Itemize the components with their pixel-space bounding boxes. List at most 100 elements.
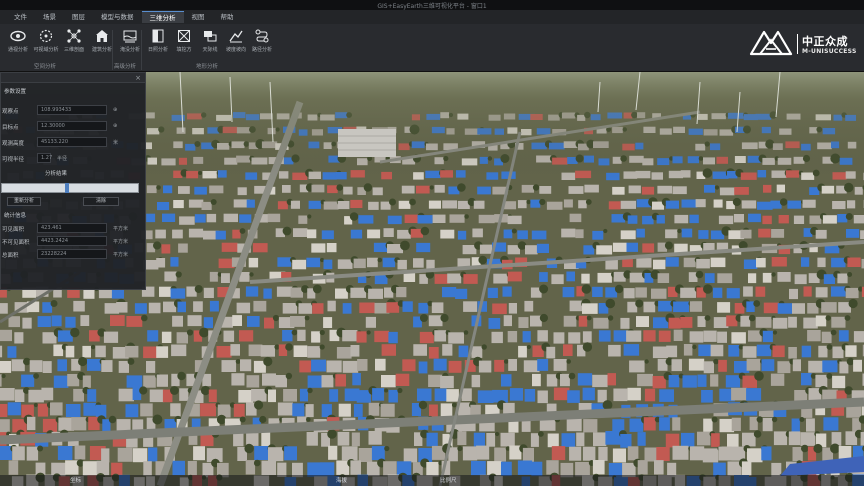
tree [285, 372, 293, 380]
tool-viewshed[interactable]: 可视域分析 [32, 28, 60, 54]
tree [753, 430, 762, 438]
house-roof [156, 374, 168, 387]
house-roof [22, 317, 32, 329]
house-roof [818, 345, 828, 358]
tool-profile-3d[interactable]: 三维剖面 [60, 28, 88, 54]
house-roof [177, 301, 186, 313]
house-roof [568, 332, 581, 344]
tree [244, 443, 254, 454]
pick-icon[interactable]: ⊕ [113, 107, 117, 113]
param-input[interactable]: 108.993433 [37, 105, 107, 115]
menu-view[interactable]: 视图 [184, 11, 213, 23]
param-input[interactable]: 12.30000 [37, 121, 107, 131]
house-roof [837, 214, 848, 223]
house-roof [674, 214, 689, 224]
tool-cut-fill[interactable]: 填挖方 [170, 28, 198, 54]
house-roof [772, 345, 785, 358]
house-roof [298, 303, 313, 314]
house-roof [741, 461, 752, 476]
house-roof [494, 359, 505, 372]
slider-knob[interactable] [65, 183, 69, 193]
house-roof [403, 448, 418, 463]
tool-skyline[interactable]: 天际线 [196, 28, 224, 54]
house-roof [593, 432, 607, 447]
stat-row: 总面积 23228224 平方米 [1, 249, 145, 261]
tool-sight-analysis[interactable]: 通视分析 [4, 28, 32, 54]
house-roof [428, 347, 439, 359]
tree [366, 330, 371, 335]
house-roof [203, 317, 213, 329]
house-roof [215, 230, 226, 240]
house-roof [26, 446, 39, 461]
menu-3d-analysis[interactable]: 三维分析 [141, 11, 184, 23]
tree [141, 314, 148, 322]
menu-help[interactable]: 帮助 [213, 11, 242, 23]
house-roof [388, 389, 398, 403]
param-input[interactable]: 45133.220 [37, 137, 107, 147]
menu-bar: 文件 场景 图层 模型与数据 三维分析 视图 帮助 [0, 10, 864, 24]
menu-model-data[interactable]: 模型与数据 [93, 11, 142, 23]
house-roof [292, 259, 307, 270]
house-roof [792, 359, 801, 372]
house-roof [566, 271, 575, 282]
param-input[interactable]: 1.27 [37, 153, 52, 163]
house-roof [231, 373, 245, 386]
tool-flood[interactable]: 淹没分析 [116, 28, 144, 54]
house-roof [756, 344, 772, 357]
progress-slider[interactable] [1, 183, 139, 193]
house-roof [771, 229, 785, 238]
house-roof [671, 359, 682, 372]
house-roof [673, 329, 683, 341]
house-roof [299, 388, 308, 402]
stat-value: 23228224 [37, 249, 107, 259]
house-roof [746, 358, 761, 371]
house-roof [383, 461, 397, 476]
house-roof [156, 258, 166, 268]
house-roof [282, 330, 293, 342]
house-roof [488, 318, 501, 329]
house-roof [561, 228, 576, 238]
house-roof [665, 433, 680, 448]
house-roof [116, 302, 128, 313]
house-roof [426, 432, 438, 447]
tool-sunlight[interactable]: 日照分析 [144, 28, 172, 54]
house-roof [710, 257, 726, 268]
pick-icon[interactable]: ⊕ [113, 123, 117, 129]
tree [420, 226, 430, 236]
house-roof [503, 315, 512, 327]
close-icon[interactable]: × [135, 74, 141, 82]
menu-layer[interactable]: 图层 [64, 11, 93, 23]
house-roof [246, 199, 255, 208]
house-roof [457, 431, 467, 445]
house-roof [815, 229, 827, 239]
tool-slope[interactable]: 坡度坡向 [222, 28, 250, 54]
house-roof [311, 359, 326, 372]
tree [826, 344, 833, 350]
house-roof [442, 200, 457, 209]
tree [384, 388, 389, 393]
tree [249, 272, 254, 277]
house-roof [477, 390, 494, 403]
house-roof [492, 389, 508, 403]
house-roof [657, 273, 670, 283]
house-roof [387, 215, 402, 225]
house-roof [710, 374, 719, 387]
house-roof [757, 201, 773, 210]
tree [23, 357, 31, 366]
house-roof [419, 331, 434, 344]
clear-button[interactable]: 清除 [83, 197, 119, 206]
tool-route[interactable]: 路径分析 [248, 28, 276, 54]
house-roof [627, 215, 638, 224]
house-roof [82, 345, 91, 358]
house-roof [0, 374, 2, 387]
house-roof [837, 273, 848, 284]
menu-file[interactable]: 文件 [6, 11, 35, 23]
building-icon [96, 30, 108, 42]
house-roof [372, 187, 383, 196]
house-roof [267, 213, 281, 223]
menu-scene[interactable]: 场景 [35, 11, 64, 23]
reanalyze-button[interactable]: 重新分析 [7, 197, 41, 206]
house-roof [471, 460, 486, 476]
tree [539, 198, 546, 206]
house-roof [161, 244, 171, 254]
